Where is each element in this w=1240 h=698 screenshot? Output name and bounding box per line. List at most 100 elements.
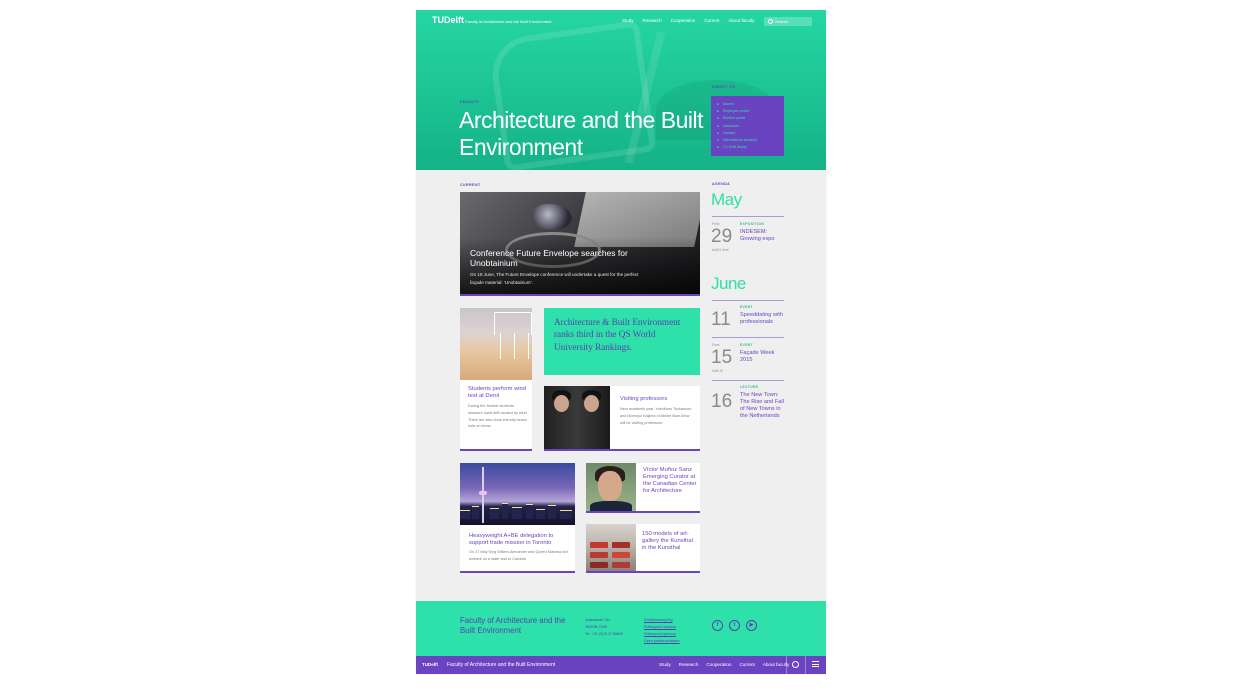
footer-link-building-map[interactable]: Plattegrond gebouw	[644, 631, 680, 638]
professors-description: Next academic year, Yoshiharu Tsukamoto …	[620, 407, 692, 425]
direct-link-vacancies[interactable]: Vacancies	[717, 123, 784, 130]
news-card-wind-test[interactable]: Students perform wind test at Derol Duri…	[460, 308, 532, 451]
twitter-icon[interactable]: t	[729, 620, 740, 631]
bottom-nav-cooperation[interactable]: Cooperation	[706, 662, 731, 667]
agenda-divider	[712, 216, 784, 217]
direct-link-student-portal[interactable]: Student portal	[717, 115, 784, 122]
wind-test-image	[460, 308, 532, 380]
curator-title[interactable]: Víctor Muñoz Sanz Emerging Curator at th…	[643, 467, 697, 495]
search-input[interactable]: Search	[764, 17, 812, 26]
search-placeholder: Search	[775, 19, 788, 24]
direct-link-employee-portal[interactable]: Employee portal	[717, 108, 784, 115]
toronto-title[interactable]: Heavyweight A+BE delegation to support t…	[469, 533, 569, 547]
toronto-image	[460, 463, 575, 525]
bottom-nav-research[interactable]: Research	[679, 662, 699, 667]
footer-links: Routebeschrijving Plattegrond campus Pla…	[644, 617, 680, 645]
news-card-emerging-curator[interactable]: Víctor Muñoz Sanz Emerging Curator at th…	[586, 463, 700, 513]
skyline-graphic	[460, 501, 575, 519]
page: TUDelft Faculty of Architecture and the …	[416, 10, 826, 674]
current-label: CURRENT	[460, 183, 481, 187]
address-street: Julianalaan 134	[585, 618, 611, 622]
direct-link-library[interactable]: TU Delft library	[717, 144, 784, 151]
card-underline	[460, 571, 575, 573]
card-underline	[460, 449, 532, 451]
bottom-faculty-name[interactable]: Faculty of Architecture and the Built En…	[447, 662, 555, 668]
hero-eyebrow: FACULTY	[460, 100, 480, 104]
professor-face	[554, 395, 569, 412]
bottom-nav-study[interactable]: Study	[659, 662, 671, 667]
youtube-icon[interactable]: ▶	[746, 620, 757, 631]
event-day: 29	[711, 226, 733, 247]
hamburger-menu-icon[interactable]	[812, 661, 819, 669]
beach-hut-post	[514, 333, 515, 359]
kunsthal-title[interactable]: 150 models of art-gallery the Kunsthal i…	[642, 531, 698, 552]
faculty-name[interactable]: Faculty of Architecture and the Built En…	[465, 19, 552, 24]
nav-about-faculty[interactable]: About faculty	[728, 18, 754, 23]
footer-link-campus-map[interactable]: Plattegrond campus	[644, 624, 680, 631]
beach-hut-post	[528, 333, 529, 359]
agenda-divider	[712, 380, 784, 381]
curator-portrait-image	[586, 463, 636, 513]
bottom-nav-current[interactable]: Current	[739, 662, 754, 667]
footer-address: Julianalaan 134 2628 BL Delft Tel. +31 (…	[585, 617, 623, 638]
feature-article[interactable]: Conference Future Envelope searches for …	[460, 192, 700, 296]
nav-cooperation[interactable]: Cooperation	[671, 18, 696, 23]
event-title[interactable]: The New Town: The Rise and Fall of New T…	[740, 392, 788, 420]
facebook-icon[interactable]: f	[712, 620, 723, 631]
agenda-divider	[712, 337, 784, 338]
top-navigation: TUDelft Faculty of Architecture and the …	[416, 10, 826, 34]
nav-research[interactable]: Research	[643, 18, 662, 23]
search-icon	[768, 19, 773, 24]
news-card-toronto[interactable]: Heavyweight A+BE delegation to support t…	[460, 463, 575, 573]
curator-face	[598, 471, 622, 501]
direct-link-international-students[interactable]: International students	[717, 137, 784, 144]
footer-faculty-name: Faculty of Architecture and the Built En…	[460, 616, 566, 635]
feature-image-rock	[532, 204, 572, 230]
bottom-bar-divider	[786, 656, 787, 674]
wind-test-title[interactable]: Students perform wind test at Derol	[468, 386, 526, 400]
page-title: Architecture and the Built Environment	[459, 107, 703, 160]
news-card-visiting-professors[interactable]: Visiting professors Next academic year, …	[544, 386, 700, 451]
tudelft-logo[interactable]: TUDelft	[432, 15, 464, 25]
event-day: 16	[711, 391, 733, 412]
rankings-highlight[interactable]: Architecture & Built Environment ranks t…	[544, 308, 700, 375]
bottom-tudelft-logo[interactable]: TUDelft	[422, 662, 438, 667]
professors-title[interactable]: Visiting professors	[620, 396, 694, 403]
event-until-label: Until 5 June	[712, 248, 729, 252]
footer-link-parking[interactable]: Open parkeerplaatsen	[644, 638, 680, 645]
rankings-text[interactable]: Architecture & Built Environment ranks t…	[554, 316, 692, 353]
direct-link-alumni[interactable]: Alumni	[717, 101, 784, 108]
feature-underline	[460, 294, 700, 296]
feature-description: On 18 June, The Future Envelope conferen…	[470, 272, 639, 285]
direct-to-box: Alumni Employee portal Student portal Va…	[711, 96, 784, 156]
event-type: EVENT	[740, 343, 753, 347]
agenda-label: AGENDA	[712, 182, 731, 186]
search-icon[interactable]	[792, 661, 799, 668]
hero-banner: TUDelft Faculty of Architecture and the …	[416, 10, 826, 170]
toronto-description: On 27 May King Willem-Alexander and Quee…	[469, 550, 568, 561]
event-title[interactable]: INDESEM: Growing expo	[740, 229, 788, 243]
footer: Faculty of Architecture and the Built En…	[416, 601, 826, 656]
main-nav: Study Research Cooperation Current About…	[622, 18, 754, 23]
nav-study[interactable]: Study	[622, 18, 634, 23]
event-type: LECTURE	[740, 385, 759, 389]
direct-to-label: DIRECT TO	[712, 85, 736, 89]
footer-link-route[interactable]: Routebeschrijving	[644, 617, 680, 624]
event-title[interactable]: Speeddating with professionals	[740, 312, 788, 326]
beach-hut-graphic	[494, 312, 532, 335]
direct-link-contact[interactable]: Contact	[717, 130, 784, 137]
feature-title[interactable]: Conference Future Envelope searches for …	[470, 248, 670, 268]
card-underline	[586, 511, 700, 513]
event-type: EXPOSITION	[740, 222, 765, 226]
kunsthal-models-image	[586, 524, 636, 573]
news-card-kunsthal-models[interactable]: 150 models of art-gallery the Kunsthal i…	[586, 524, 700, 573]
card-underline	[586, 571, 700, 573]
event-day: 11	[711, 309, 731, 330]
nav-current[interactable]: Current	[704, 18, 719, 23]
bottom-bar: TUDelft Faculty of Architecture and the …	[416, 656, 826, 674]
agenda-month-may: May	[711, 190, 742, 209]
address-city: 2628 BL Delft	[585, 625, 607, 629]
event-until-label: Until 19	[712, 369, 723, 373]
event-day: 15	[711, 347, 733, 368]
event-title[interactable]: Façade Week 2015	[740, 350, 788, 364]
